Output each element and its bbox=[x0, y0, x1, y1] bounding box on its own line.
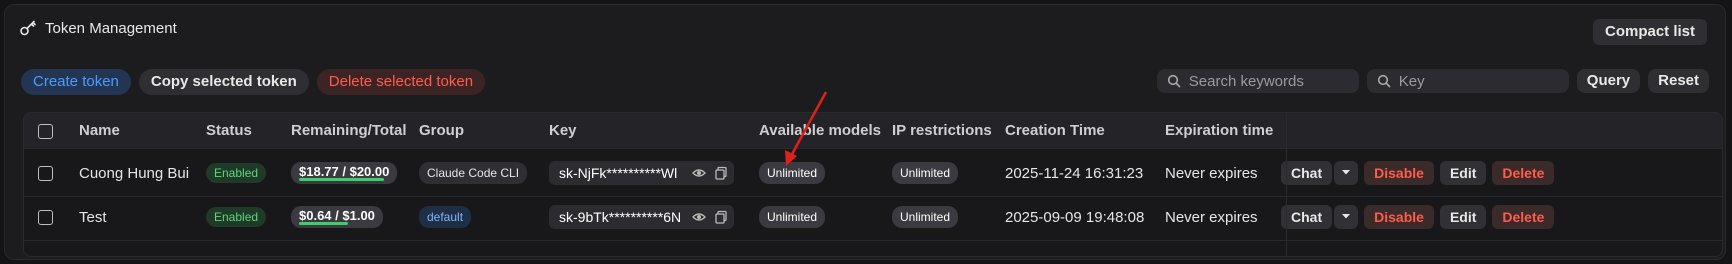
group-badge: Claude Code CLI bbox=[419, 162, 528, 184]
query-button[interactable]: Query bbox=[1576, 69, 1641, 93]
delete-selected-token-button[interactable]: Delete selected token bbox=[316, 69, 486, 95]
token-name: Test bbox=[79, 208, 107, 226]
chat-dropdown-button[interactable] bbox=[1334, 161, 1359, 185]
key-value: sk-9bTk**********6N bbox=[559, 209, 682, 225]
key-placeholder: Key bbox=[1398, 72, 1425, 90]
column-available-models[interactable]: Available models bbox=[759, 113, 881, 149]
copy-selected-token-button[interactable]: Copy selected token bbox=[138, 69, 309, 95]
search-toolbar: Search keywords Key Query Reset bbox=[1156, 69, 1709, 93]
table-row: Cuong Hung Bui Enabled $18.77 / $20.00 C… bbox=[24, 149, 1722, 197]
key-field: sk-NjFk**********Wl bbox=[549, 161, 734, 185]
disable-button[interactable]: Disable bbox=[1364, 205, 1434, 229]
key-value: sk-NjFk**********Wl bbox=[559, 165, 678, 181]
chat-dropdown-button[interactable] bbox=[1334, 205, 1359, 229]
quota-badge: $0.64 / $1.00 bbox=[291, 206, 383, 228]
column-remaining-total[interactable]: Remaining/Total bbox=[291, 113, 407, 149]
quota-progress-bar bbox=[299, 222, 348, 225]
creation-time: 2025-11-24 16:31:23 bbox=[1005, 164, 1144, 182]
token-management-panel: Token Management Compact list Create tok… bbox=[4, 4, 1726, 260]
action-toolbar: Create token Copy selected token Delete … bbox=[21, 69, 486, 95]
chat-button-group: Chat bbox=[1281, 161, 1333, 185]
token-name: Cuong Hung Bui bbox=[79, 164, 190, 182]
chevron-down-icon bbox=[1342, 170, 1351, 175]
eye-icon[interactable] bbox=[692, 210, 706, 224]
quota-text: $18.77 / $20.00 bbox=[299, 164, 390, 179]
expiration-time: Never expires bbox=[1165, 208, 1258, 226]
group-badge: default bbox=[419, 206, 472, 228]
page-title: Token Management bbox=[45, 19, 177, 37]
column-status[interactable]: Status bbox=[206, 113, 252, 149]
copy-icon[interactable] bbox=[714, 210, 728, 224]
key-search-input[interactable]: Key bbox=[1366, 69, 1569, 93]
compact-list-button[interactable]: Compact list bbox=[1592, 19, 1707, 45]
edit-button[interactable]: Edit bbox=[1439, 161, 1487, 185]
models-badge: Unlimited bbox=[759, 162, 826, 184]
chat-button[interactable]: Chat bbox=[1281, 161, 1332, 185]
chat-button[interactable]: Chat bbox=[1281, 205, 1332, 229]
table-row: Test Enabled $0.64 / $1.00 default sk-9b… bbox=[24, 193, 1722, 241]
copy-icon[interactable] bbox=[714, 166, 728, 180]
delete-button[interactable]: Delete bbox=[1492, 161, 1555, 185]
disable-button[interactable]: Disable bbox=[1364, 161, 1434, 185]
eye-icon[interactable] bbox=[692, 166, 706, 180]
column-expiration-time[interactable]: Expiration time bbox=[1165, 113, 1273, 149]
search-keywords-input[interactable]: Search keywords bbox=[1156, 69, 1359, 93]
key-icon bbox=[20, 20, 36, 36]
status-badge: Enabled bbox=[206, 163, 267, 183]
ip-badge: Unlimited bbox=[892, 162, 959, 184]
creation-time: 2025-09-09 19:48:08 bbox=[1005, 208, 1145, 226]
chat-button-group: Chat bbox=[1281, 205, 1333, 229]
key-field: sk-9bTk**********6N bbox=[549, 205, 734, 229]
quota-progress-bar bbox=[299, 178, 384, 181]
actions-column-divider bbox=[1286, 113, 1287, 256]
select-all-checkbox[interactable] bbox=[38, 123, 53, 139]
chevron-down-icon bbox=[1342, 214, 1351, 219]
table-header: Name Status Remaining/Total Group Key Av… bbox=[24, 113, 1722, 149]
ip-badge: Unlimited bbox=[892, 206, 959, 228]
row-checkbox[interactable] bbox=[38, 165, 53, 181]
expiration-time: Never expires bbox=[1165, 164, 1258, 182]
search-icon bbox=[1167, 74, 1181, 88]
reset-button[interactable]: Reset bbox=[1648, 69, 1709, 93]
column-creation-time[interactable]: Creation Time bbox=[1005, 113, 1105, 149]
search-keywords-placeholder: Search keywords bbox=[1188, 72, 1304, 90]
status-badge: Enabled bbox=[206, 207, 267, 227]
row-checkbox[interactable] bbox=[38, 209, 53, 225]
column-group[interactable]: Group bbox=[419, 113, 464, 149]
quota-text: $0.64 / $1.00 bbox=[299, 208, 375, 223]
panel-header: Token Management bbox=[19, 19, 177, 37]
column-ip-restrictions[interactable]: IP restrictions bbox=[892, 113, 992, 149]
search-icon bbox=[1377, 74, 1391, 88]
models-badge: Unlimited bbox=[759, 206, 826, 228]
create-token-button[interactable]: Create token bbox=[21, 69, 131, 95]
edit-button[interactable]: Edit bbox=[1439, 205, 1487, 229]
column-name[interactable]: Name bbox=[79, 113, 120, 149]
token-table: Name Status Remaining/Total Group Key Av… bbox=[23, 112, 1723, 257]
quota-badge: $18.77 / $20.00 bbox=[291, 162, 398, 184]
delete-button[interactable]: Delete bbox=[1492, 205, 1555, 229]
column-key[interactable]: Key bbox=[549, 113, 577, 149]
